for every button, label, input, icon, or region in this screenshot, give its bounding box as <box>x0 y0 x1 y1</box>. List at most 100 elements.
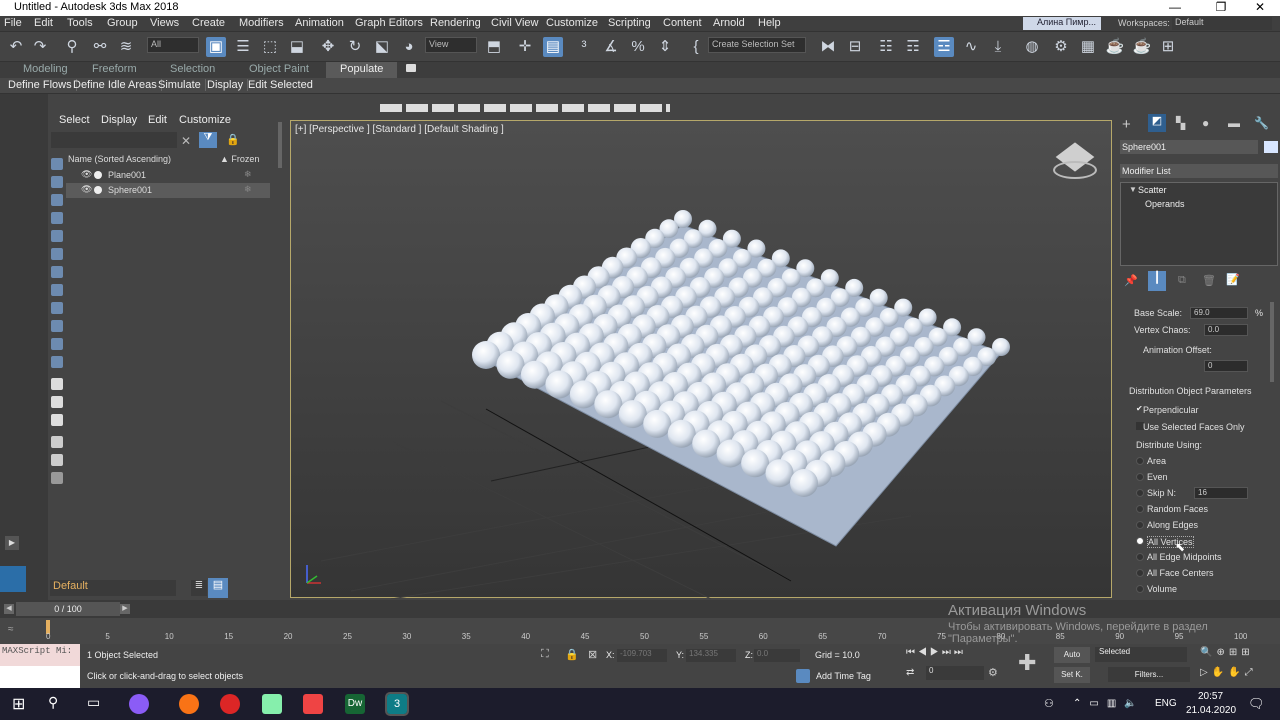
close-button[interactable]: ✕ <box>1245 0 1275 14</box>
layer-manager-icon[interactable]: ▤ <box>208 578 228 598</box>
render-in-cloud-icon[interactable]: ⊞ <box>1158 37 1178 57</box>
user-account[interactable]: Алина Пимр... <box>1023 17 1101 30</box>
firefox-icon[interactable] <box>179 694 199 714</box>
restore-button[interactable]: ❐ <box>1206 0 1236 14</box>
cameras-filter-icon[interactable] <box>51 212 63 224</box>
perpendicular-checkbox[interactable]: ✔ <box>1136 404 1143 413</box>
viewport-navigation-icons[interactable]: 🔍⊕⊞⊞ <box>1200 647 1254 658</box>
time-slider-thumb[interactable]: 0 / 100 <box>16 602 120 616</box>
define-flows-button[interactable]: Define Flows <box>8 79 77 91</box>
window-crossing-icon[interactable]: ⬓ <box>287 37 307 57</box>
material-editor-icon[interactable]: ◍ <box>1022 37 1042 57</box>
menu-civil-view[interactable]: Civil View <box>491 17 538 29</box>
mirror-icon[interactable]: ⧓ <box>818 37 838 57</box>
rect-selection-icon[interactable]: ⬚ <box>260 37 280 57</box>
expand-arrow-icon[interactable]: ▶ <box>5 536 19 550</box>
tray-icons[interactable]: ⌃▭▥🔈 <box>1073 698 1145 709</box>
spacewarps-filter-icon[interactable] <box>51 248 63 260</box>
ribbon-options-icon[interactable] <box>406 64 416 72</box>
isolate-selection-icon[interactable]: ⛶ <box>541 648 549 661</box>
display-tab-icon[interactable]: ▬ <box>1228 116 1240 130</box>
explorer-tab-select[interactable]: Select <box>59 114 90 126</box>
radio-all-vertices[interactable] <box>1136 537 1144 545</box>
layer-icon[interactable] <box>51 472 63 484</box>
reference-coordinate-dropdown[interactable]: View <box>425 37 477 53</box>
menu-graph-editors[interactable]: Graph Editors <box>355 17 423 29</box>
menu-create[interactable]: Create <box>192 17 225 29</box>
workspace-dropdown[interactable]: Default <box>1172 17 1272 30</box>
render-production-icon[interactable]: ☕ <box>1105 37 1125 57</box>
remove-modifier-icon[interactable]: 🗑 <box>1202 274 1216 287</box>
radio-even[interactable] <box>1136 473 1144 481</box>
create-tab-icon[interactable]: + <box>1122 116 1131 133</box>
perspective-viewport[interactable]: [+] [Perspective ] [Standard ] [Default … <box>290 120 1112 599</box>
menu-edit[interactable]: Edit <box>34 17 53 29</box>
frozen-snowflake-icon[interactable]: ❄ <box>244 184 252 195</box>
windows-start-icon[interactable]: ⊞ <box>12 694 25 714</box>
schematic-view-icon[interactable]: ⤓ <box>988 37 1008 57</box>
add-time-tag-button[interactable]: Add Time Tag <box>816 671 871 681</box>
motion-tab-icon[interactable]: ● <box>1202 116 1209 130</box>
modifier-list-dropdown[interactable]: Modifier List <box>1120 164 1278 178</box>
toggle-ribbon-icon[interactable]: ☲ <box>934 37 954 57</box>
explorer-tab-display[interactable]: Display <box>101 114 137 126</box>
animation-offset-spinner[interactable]: 0 <box>1204 360 1248 372</box>
find-icon[interactable] <box>51 454 63 466</box>
make-unique-icon[interactable]: ⧉ <box>1178 274 1186 287</box>
radio-skip-n[interactable] <box>1136 489 1144 497</box>
absolute-mode-icon[interactable]: ⊠ <box>588 648 597 661</box>
radio-all-face-centers[interactable] <box>1136 569 1144 577</box>
explorer-tab-edit[interactable]: Edit <box>148 114 167 126</box>
radio-along-edges[interactable] <box>1136 521 1144 529</box>
define-idle-areas-button[interactable]: Define Idle Areas <box>73 79 162 91</box>
render-iterative-icon[interactable]: ☕ <box>1132 37 1152 57</box>
x-coordinate-field[interactable]: -109.703 <box>617 649 667 662</box>
select-manipulate-icon[interactable]: ✛ <box>515 37 535 57</box>
key-mode-toggle-icon[interactable]: ⇄ <box>906 667 914 678</box>
hidden-filter-icon[interactable] <box>51 356 63 368</box>
sort-icon[interactable] <box>51 436 63 448</box>
stack-item-scatter[interactable]: Scatter <box>1138 185 1167 195</box>
containers-filter-icon[interactable] <box>51 320 63 332</box>
redo-icon[interactable]: ↷ <box>30 37 50 57</box>
menu-scripting[interactable]: Scripting <box>608 17 651 29</box>
tab-populate[interactable]: Populate <box>326 62 398 78</box>
snaps-toggle-icon[interactable]: ³ <box>574 37 594 57</box>
time-prev-icon[interactable]: ◀ <box>4 604 14 614</box>
tab-modeling[interactable]: Modeling <box>23 63 68 75</box>
pivot-center-icon[interactable]: ⬒ <box>484 37 504 57</box>
key-filters-button[interactable]: Filters... <box>1108 667 1190 682</box>
layer-stack-icon[interactable]: ≣ <box>191 580 207 596</box>
radio-area[interactable] <box>1136 457 1144 465</box>
select-by-name-icon[interactable]: ☰ <box>233 37 253 57</box>
move-icon[interactable]: ✥ <box>318 37 338 57</box>
scale-icon[interactable]: ⬕ <box>372 37 392 57</box>
playback-controls-icon[interactable]: ⏮◀▶⏭⏭ <box>906 647 966 658</box>
viewport-tabs-strip[interactable] <box>380 104 670 112</box>
radio-volume[interactable] <box>1136 585 1144 593</box>
base-scale-spinner[interactable]: 69.0 <box>1190 307 1248 319</box>
spinner-snap-icon[interactable]: ⇕ <box>655 37 675 57</box>
clear-search-icon[interactable]: ✕ <box>181 134 191 148</box>
set-key-button[interactable]: Set K. <box>1054 667 1090 683</box>
visibility-eye-icon[interactable]: 👁 <box>81 169 92 180</box>
search-icon[interactable]: ⚲ <box>48 694 58 711</box>
radio-all-edge-midpoints[interactable] <box>1136 553 1144 561</box>
select-object-icon[interactable]: ▣ <box>206 37 226 57</box>
geometry-filter-icon[interactable] <box>51 158 63 170</box>
layer-dropdown[interactable]: Default <box>50 580 176 596</box>
column-header-frozen[interactable]: ▲ Frozen <box>220 154 259 164</box>
unlink-icon[interactable]: ⚯ <box>90 37 110 57</box>
menu-animation[interactable]: Animation <box>295 17 344 29</box>
auto-key-button[interactable]: Auto <box>1054 647 1090 663</box>
menu-group[interactable]: Group <box>107 17 138 29</box>
column-header-name[interactable]: Name (Sorted Ascending) <box>68 154 171 164</box>
frozen-filter-icon[interactable] <box>51 338 63 350</box>
menu-views[interactable]: Views <box>150 17 179 29</box>
dreamweaver-icon[interactable]: Dw <box>345 694 365 714</box>
simulate-button[interactable]: Simulate <box>158 79 206 91</box>
utilities-tab-icon[interactable]: 🔧 <box>1254 116 1269 130</box>
current-frame-field[interactable]: 0 <box>926 666 984 680</box>
explorer-search-input[interactable] <box>51 132 177 148</box>
menu-content[interactable]: Content <box>663 17 702 29</box>
